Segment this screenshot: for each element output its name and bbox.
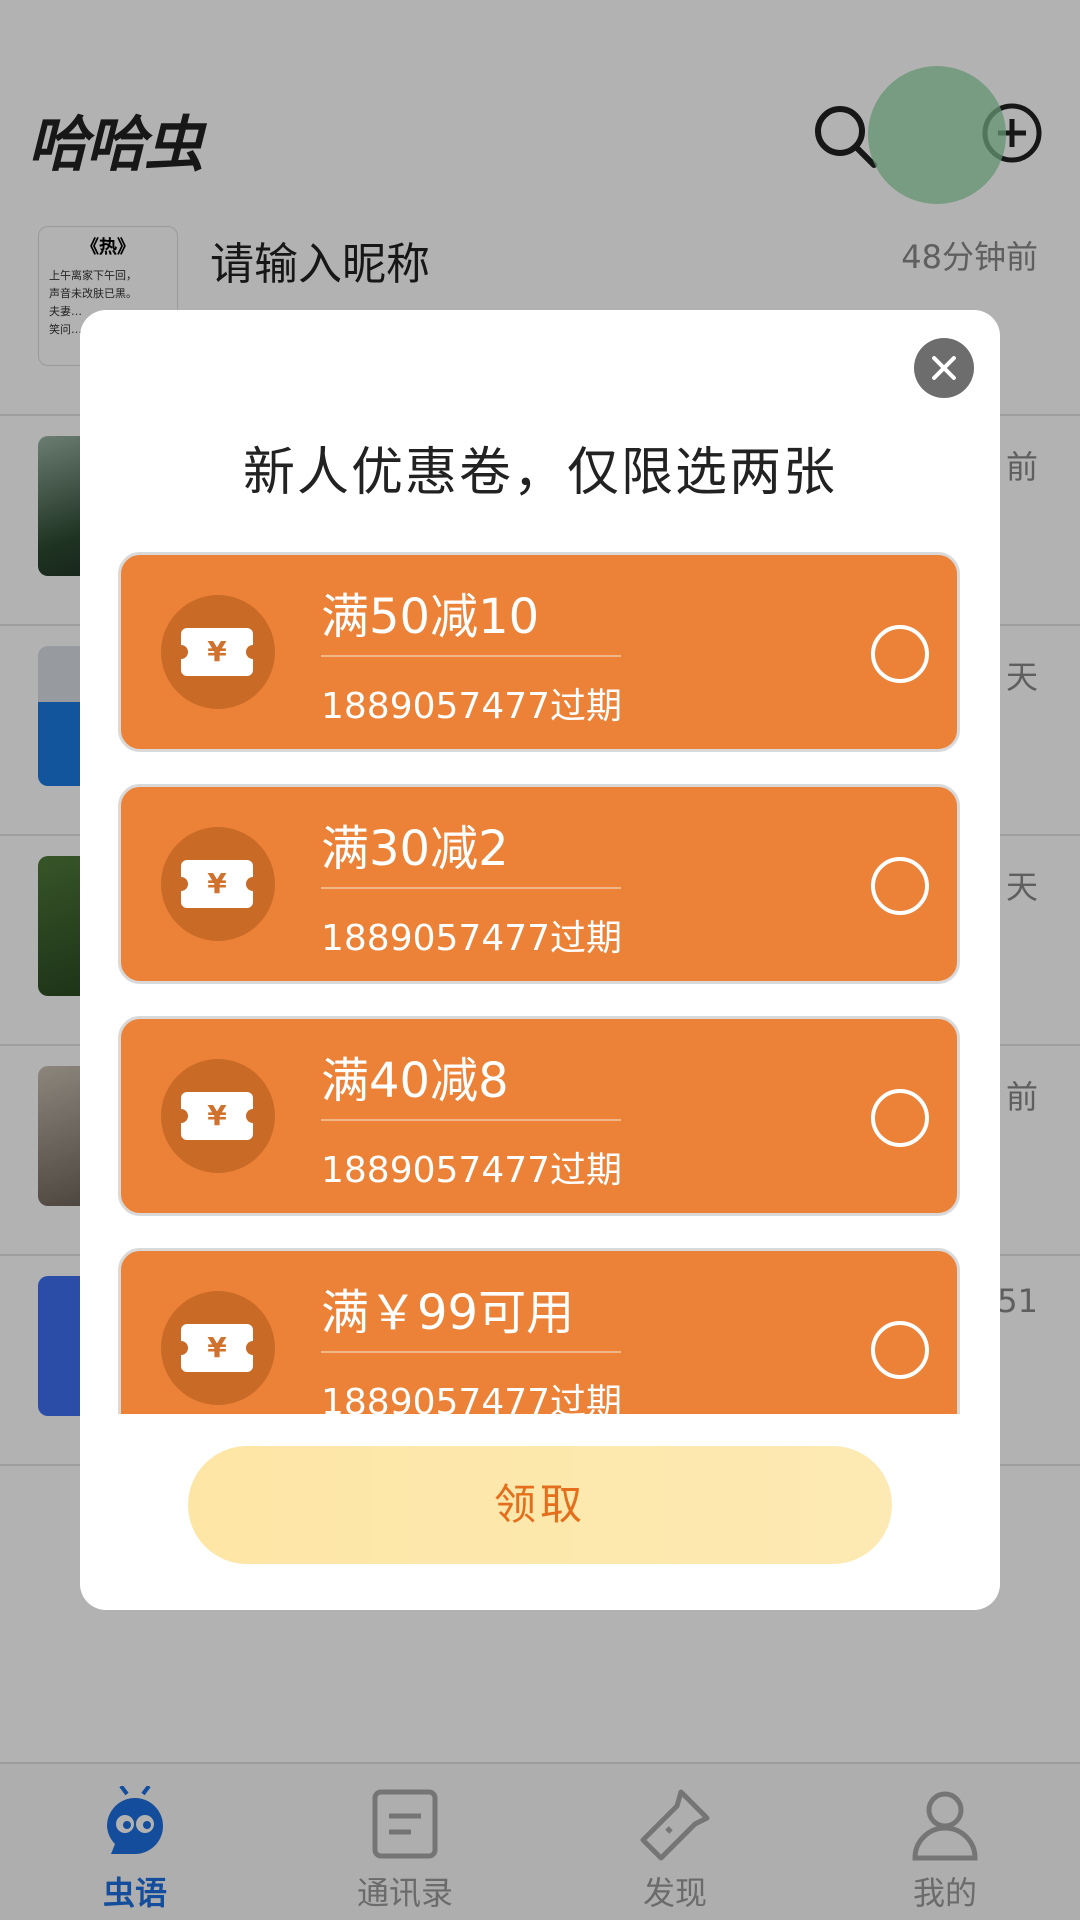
coupon-card[interactable]: ¥ 满40减8 1889057477过期 (118, 1016, 960, 1216)
coupon-expire: 1889057477过期 (321, 686, 623, 727)
coupon-title: 满50减10 (321, 589, 540, 645)
yen-symbol: ¥ (174, 860, 260, 908)
coupon-divider (321, 887, 621, 889)
coupon-card[interactable]: ¥ 满50减10 1889057477过期 (118, 552, 960, 752)
close-button[interactable] (914, 338, 974, 398)
dialog-title: 新人优惠卷，仅限选两张 (242, 443, 837, 503)
coupon-divider (321, 1351, 621, 1353)
coupon-title: 满40减8 (321, 1053, 509, 1109)
coupon-radio[interactable] (871, 1089, 929, 1147)
coupon-radio[interactable] (871, 1321, 929, 1379)
yen-symbol: ¥ (174, 1092, 260, 1140)
coupon-ticket-icon: ¥ (161, 827, 275, 941)
coupon-list[interactable]: ¥ 满50减10 1889057477过期 ¥ 满30减2 1889057477… (118, 552, 960, 1414)
coupon-radio[interactable] (871, 625, 929, 683)
coupon-title: 满￥99可用 (321, 1285, 575, 1341)
coupon-expire: 1889057477过期 (321, 918, 623, 959)
coupon-radio[interactable] (871, 857, 929, 915)
coupon-title: 满30减2 (321, 821, 509, 877)
coupon-dialog: 新人优惠卷，仅限选两张 ¥ 满50减10 1889057477过期 ¥ 满30减… (80, 310, 1000, 1610)
claim-button[interactable]: 领取 (188, 1446, 892, 1564)
coupon-divider (321, 1119, 621, 1121)
yen-symbol: ¥ (174, 628, 260, 676)
coupon-card[interactable]: ¥ 满30减2 1889057477过期 (118, 784, 960, 984)
coupon-expire: 1889057477过期 (321, 1382, 623, 1414)
yen-symbol: ¥ (174, 1324, 260, 1372)
coupon-expire: 1889057477过期 (321, 1150, 623, 1191)
coupon-ticket-icon: ¥ (161, 595, 275, 709)
coupon-divider (321, 655, 621, 657)
coupon-card[interactable]: ¥ 满￥99可用 1889057477过期 (118, 1248, 960, 1414)
coupon-ticket-icon: ¥ (161, 1291, 275, 1405)
coupon-ticket-icon: ¥ (161, 1059, 275, 1173)
